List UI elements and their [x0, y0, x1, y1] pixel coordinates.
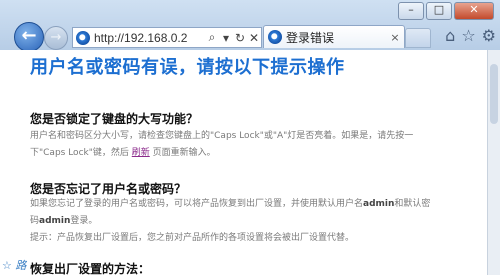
back-arrow-icon: ← — [21, 25, 37, 46]
page-content: 用户名或密码有误，请按以下提示操作 您是否锁定了键盘的大写功能？ 用户名和密码区… — [0, 50, 488, 275]
tab-label: 登录错误 — [286, 30, 335, 45]
close-window-button[interactable]: ✕ — [454, 2, 494, 20]
refresh-link[interactable]: 刷新 — [132, 148, 150, 158]
tab-page-icon — [268, 30, 282, 44]
minimize-button[interactable]: – — [398, 2, 424, 20]
forward-arrow-icon: → — [50, 30, 62, 45]
caps-lock-line1: 用户名和密码区分大小写，请检查您键盘上的"Caps Lock"或"A"灯是否亮着… — [30, 131, 414, 141]
caps-lock-text: 用户名和密码区分大小写，请检查您键盘上的"Caps Lock"或"A"灯是否亮着… — [30, 128, 480, 162]
forgot-text: 如果您忘记了登录的用户名或密码，可以将产品恢复到出厂设置，并使用默认用户名adm… — [30, 196, 480, 247]
vertical-scrollbar[interactable] — [487, 50, 500, 275]
default-password: admin — [39, 216, 71, 226]
star-icon[interactable]: ☆ — [461, 26, 475, 45]
forward-button[interactable]: → — [44, 26, 68, 50]
home-icon[interactable]: ⌂ — [445, 26, 455, 45]
tab-login-error[interactable]: 登录错误 × — [263, 25, 405, 48]
scrollbar-thumb[interactable] — [490, 64, 498, 124]
back-button[interactable]: ← — [14, 22, 44, 52]
stop-icon[interactable]: ✕ — [247, 31, 261, 45]
ie-page-icon — [76, 30, 90, 45]
address-input[interactable]: http://192.168.0.2 — [94, 31, 205, 45]
new-tab-button[interactable] — [405, 28, 431, 48]
window-controls: – □ ✕ — [398, 2, 494, 20]
toolbar-icons: ⌂ ☆ ⚙ — [445, 26, 496, 45]
factory-reset-heading: 恢复出厂设置的方法： — [30, 262, 151, 275]
search-icon[interactable]: ⌕ — [205, 30, 219, 45]
caps-lock-line2-before: 下"Caps Lock"键，然后 — [30, 148, 129, 158]
address-bar[interactable]: http://192.168.0.2 ⌕ ▾ ↻ ✕ — [72, 27, 262, 48]
reset-tip: 提示：产品恢复出厂设置后，您之前对产品所作的各项设置将会被出厂设置代替。 — [30, 233, 355, 243]
forgot-line2-after: 登录。 — [70, 216, 98, 226]
browser-chrome: – □ ✕ ← → http://192.168.0.2 ⌕ ▾ ↻ ✕ 登录错… — [0, 0, 500, 52]
gear-icon[interactable]: ⚙ — [482, 26, 496, 45]
dropdown-icon[interactable]: ▾ — [219, 31, 233, 45]
refresh-icon[interactable]: ↻ — [233, 31, 247, 45]
caps-lock-line2: 下"Caps Lock"键，然后 刷新 页面重新输入。 — [30, 145, 480, 162]
page-title: 用户名或密码有误，请按以下提示操作 — [30, 57, 345, 78]
caps-lock-heading: 您是否锁定了键盘的大写功能？ — [30, 112, 199, 126]
forgot-line1: 如果您忘记了登录的用户名或密码，可以将产品恢复到出厂设置，并使用默认用户名adm… — [30, 196, 480, 213]
default-username: admin — [363, 199, 395, 209]
browser-window: – □ ✕ ← → http://192.168.0.2 ⌕ ▾ ↻ ✕ 登录错… — [0, 0, 500, 275]
maximize-button[interactable]: □ — [426, 2, 452, 20]
forgot-line1-after: 和默认密 — [394, 199, 431, 209]
forgot-line2-before: 码 — [30, 216, 40, 226]
forgot-line2: 码admin登录。 — [30, 213, 480, 230]
caps-lock-line2-after: 页面重新输入。 — [152, 148, 216, 158]
forgot-line1-before: 如果您忘记了登录的用户名或密码，可以将产品恢复到出厂设置，并使用默认用户名 — [30, 199, 364, 209]
tab-close-icon[interactable]: × — [388, 31, 402, 44]
forgot-heading: 您是否忘记了用户名或密码？ — [30, 182, 187, 196]
watermark: ☆ 路 — [2, 259, 27, 272]
